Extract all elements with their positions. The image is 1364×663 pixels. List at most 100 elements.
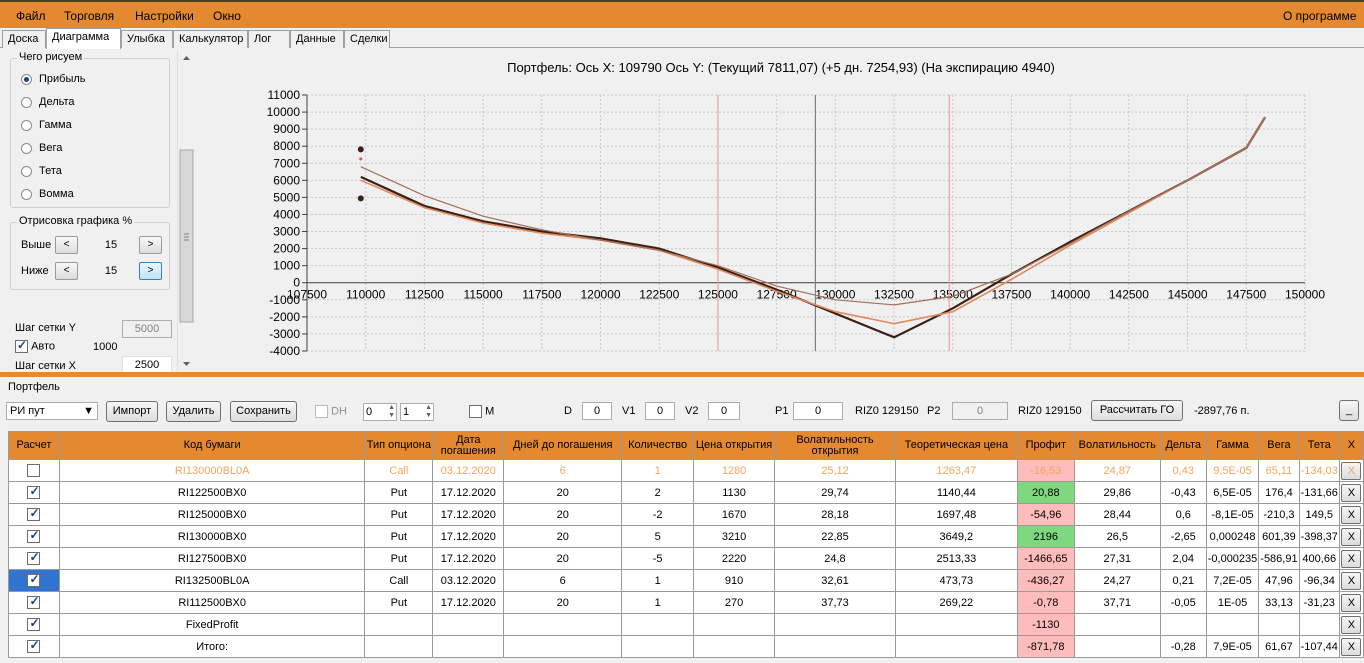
dh-row[interactable]: DH	[315, 405, 347, 418]
column-header[interactable]: Код бумаги	[58, 431, 366, 460]
below-value[interactable]: 15	[91, 262, 131, 280]
column-header[interactable]: Теоретическая цена	[894, 431, 1018, 460]
remove-row-button[interactable]: X	[1341, 483, 1362, 502]
grid-y-field[interactable]: 5000	[122, 320, 172, 338]
dh-checkbox[interactable]	[315, 405, 328, 418]
radio-vega-circle[interactable]	[21, 142, 32, 154]
save-button[interactable]: Сохранить	[230, 401, 297, 422]
table-row[interactable]: RI130000BL0A Call 03.12.2020 6 1 1280 25,12 126…	[8, 459, 1364, 482]
radio-profit[interactable]: Прибыль	[21, 73, 86, 85]
calc-checkbox-cell[interactable]	[8, 503, 60, 526]
calc-checkbox[interactable]	[27, 464, 41, 477]
d-field[interactable]: 0	[582, 402, 612, 420]
tab-calculator[interactable]: Калькулятор	[173, 30, 248, 48]
calc-checkbox-cell[interactable]	[8, 591, 60, 614]
calc-checkbox[interactable]	[27, 572, 41, 587]
calc-checkbox[interactable]	[27, 550, 41, 565]
radio-vomma-circle[interactable]	[21, 188, 32, 200]
payoff-chart[interactable]: Портфель: Ось X: 109790 Ось Y: (Текущий …	[195, 48, 1364, 372]
calc-checkbox-cell[interactable]	[8, 481, 60, 504]
m-row[interactable]: M	[469, 405, 494, 418]
column-header[interactable]: Гамма	[1205, 431, 1260, 460]
below-decrement-button[interactable]: <	[55, 262, 78, 280]
table-row[interactable]: Итого: -871,78 -0,287,9E-0561,67-107,44X	[8, 635, 1364, 658]
calc-checkbox[interactable]	[27, 594, 41, 609]
radio-gamma[interactable]: Гамма	[21, 119, 72, 131]
menu-window[interactable]: Окно	[213, 9, 241, 23]
portfolio-combo[interactable]: РИ пут ▼	[6, 402, 98, 420]
column-header[interactable]: Тип опциона	[364, 431, 434, 460]
p1-field[interactable]: 0	[793, 402, 843, 420]
above-increment-button[interactable]: >	[139, 236, 162, 254]
table-row[interactable]: RI132500BL0ACall03.12.20206191032,61473,…	[8, 569, 1364, 592]
v1-field[interactable]: 0	[645, 402, 675, 420]
tab-board[interactable]: Доска	[2, 30, 46, 48]
v2-field[interactable]: 0	[708, 402, 740, 420]
table-row[interactable]: RI125000BX0Put17.12.202020-2167028,18169…	[8, 503, 1364, 526]
calc-checkbox-cell[interactable]	[8, 613, 60, 636]
column-header[interactable]: Профит	[1016, 431, 1075, 460]
radio-vomma[interactable]: Вомма	[21, 188, 74, 200]
remove-row-button[interactable]: X	[1341, 615, 1362, 634]
column-header[interactable]: Дельта	[1159, 431, 1207, 460]
menu-file[interactable]: Файл	[16, 9, 46, 23]
dh2-spinner[interactable]: 1 ▲ ▼	[400, 403, 434, 421]
tab-diagram[interactable]: Диаграмма	[46, 28, 121, 49]
radio-delta-circle[interactable]	[21, 96, 32, 108]
calc-checkbox-cell[interactable]	[8, 635, 60, 658]
calc-checkbox[interactable]	[27, 506, 41, 521]
tab-smile[interactable]: Улыбка	[121, 30, 173, 48]
column-header[interactable]: Дней до погашения	[503, 431, 623, 460]
calc-checkbox-cell[interactable]	[8, 525, 60, 548]
table-row[interactable]: RI130000BX0Put17.12.2020205321022,853649…	[8, 525, 1364, 548]
below-increment-button[interactable]: >	[139, 262, 162, 280]
column-header[interactable]: Волатильность	[1073, 431, 1161, 460]
calc-checkbox-cell[interactable]	[8, 547, 60, 570]
calc-checkbox[interactable]	[27, 616, 41, 631]
calc-checkbox[interactable]	[27, 528, 41, 543]
column-header[interactable]: Тета	[1298, 431, 1340, 460]
remove-row-button[interactable]: X	[1341, 527, 1362, 546]
p2-field[interactable]: 0	[952, 402, 1008, 420]
table-row[interactable]: RI127500BX0Put17.12.202020-5222024,82513…	[8, 547, 1364, 570]
auto-checkbox-row[interactable]: Авто	[15, 338, 55, 353]
remove-row-button[interactable]: X	[1341, 461, 1362, 480]
remove-row-button[interactable]: X	[1341, 549, 1362, 568]
radio-vega[interactable]: Вега	[21, 142, 62, 154]
column-header[interactable]: X	[1338, 431, 1364, 460]
tab-deals[interactable]: Сделки	[344, 30, 390, 48]
radio-delta[interactable]: Дельта	[21, 96, 75, 108]
table-row[interactable]: FixedProfit -1130 X	[8, 613, 1364, 636]
spinner-arrows-icon[interactable]: ▲ ▼	[425, 404, 432, 420]
column-header[interactable]: Дата погашения	[432, 431, 505, 460]
delete-button[interactable]: Удалить	[166, 401, 221, 422]
table-row[interactable]: RI122500BX0Put17.12.2020202113029,741140…	[8, 481, 1364, 504]
radio-gamma-circle[interactable]	[21, 119, 32, 131]
remove-row-button[interactable]: X	[1341, 593, 1362, 612]
tab-log[interactable]: Лог	[248, 30, 290, 48]
import-button[interactable]: Импорт	[106, 401, 158, 422]
column-header[interactable]: Волатильность открытия	[774, 431, 896, 460]
above-decrement-button[interactable]: <	[55, 236, 78, 254]
calc-checkbox-cell[interactable]	[8, 569, 60, 592]
auto-checkbox[interactable]	[15, 338, 28, 353]
menu-trade[interactable]: Торговля	[64, 9, 114, 23]
radio-theta-circle[interactable]	[21, 165, 32, 177]
above-value[interactable]: 15	[91, 236, 131, 254]
column-header[interactable]: Расчет	[8, 431, 60, 460]
tab-data[interactable]: Данные	[290, 30, 344, 48]
radio-theta[interactable]: Тета	[21, 165, 62, 177]
remove-row-button[interactable]: X	[1341, 505, 1362, 524]
minimize-button[interactable]: _	[1339, 400, 1359, 421]
calc-go-button[interactable]: Рассчитать ГО	[1091, 400, 1183, 421]
menu-about[interactable]: О программе	[1283, 9, 1356, 23]
dh1-spinner[interactable]: 0 ▲ ▼	[363, 403, 397, 421]
menu-settings[interactable]: Настройки	[135, 9, 194, 23]
m-checkbox[interactable]	[469, 405, 482, 418]
calc-checkbox-cell[interactable]	[8, 459, 60, 482]
radio-profit-circle[interactable]	[21, 73, 32, 85]
table-row[interactable]: RI112500BX0Put17.12.202020127037,73269,2…	[8, 591, 1364, 614]
left-scrollbar[interactable]	[177, 50, 194, 372]
remove-row-button[interactable]: X	[1341, 637, 1362, 656]
spinner-arrows-icon[interactable]: ▲ ▼	[388, 404, 395, 420]
